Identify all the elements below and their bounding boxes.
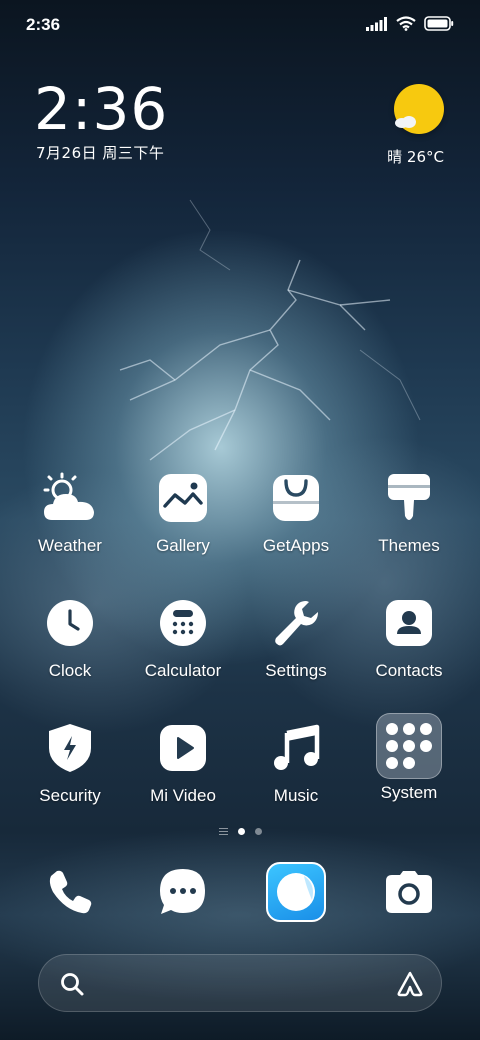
messages-icon <box>160 869 205 914</box>
widget-time: 2:36 <box>34 75 169 143</box>
weather-icon <box>40 468 100 528</box>
app-label: Calculator <box>144 661 222 680</box>
getapps-icon <box>266 468 326 528</box>
calculator-icon <box>153 593 213 653</box>
cloud-icon <box>395 116 416 128</box>
signal-icon <box>366 16 387 31</box>
app-gallery[interactable]: Gallery <box>128 468 238 556</box>
app-themes[interactable]: Themes <box>354 468 464 556</box>
contacts-icon <box>379 593 439 653</box>
weather-text: 晴 26°C <box>387 148 444 166</box>
assistant-icon[interactable] <box>395 970 425 998</box>
page-dot-active <box>237 828 245 835</box>
weather-widget[interactable]: 晴 26°C <box>364 84 444 174</box>
app-label: Gallery <box>156 536 210 555</box>
clock-widget[interactable]: 2:36 7月26日 周三下午 <box>34 78 234 168</box>
folder-app-icon <box>419 739 432 752</box>
app-drawer-indicator-icon <box>218 828 228 835</box>
app-label: Settings <box>265 661 327 680</box>
video-icon <box>153 718 213 778</box>
app-calculator[interactable]: Calculator <box>128 593 238 681</box>
camera-icon <box>386 871 432 913</box>
status-icons <box>366 16 454 31</box>
app-label: Themes <box>378 536 440 555</box>
dock-browser[interactable] <box>266 862 326 922</box>
folder-icon <box>376 713 442 779</box>
status-bar: 2:36 <box>0 0 480 50</box>
folder-app-icon <box>386 723 399 736</box>
widget-date: 7月26日 周三下午 <box>36 144 165 162</box>
security-icon <box>40 718 100 778</box>
gallery-icon <box>153 468 213 528</box>
app-system-folder[interactable]: System <box>354 713 464 803</box>
app-mi-video[interactable]: Mi Video <box>128 718 238 806</box>
app-label: Contacts <box>375 661 443 680</box>
wifi-icon <box>396 16 416 31</box>
app-music[interactable]: Music <box>241 718 351 806</box>
app-settings[interactable]: Settings <box>241 593 351 681</box>
folder-app-icon <box>419 723 432 736</box>
app-label: Weather <box>38 536 102 555</box>
dock-messages[interactable] <box>153 862 213 922</box>
clock-icon <box>40 593 100 653</box>
search-icon <box>61 973 84 996</box>
dock-camera[interactable] <box>379 862 439 922</box>
app-weather[interactable]: Weather <box>15 468 125 556</box>
page-dot <box>254 828 262 835</box>
music-icon <box>266 718 326 778</box>
status-time: 2:36 <box>26 15 61 34</box>
app-label: Security <box>39 786 101 805</box>
folder-app-icon <box>386 756 399 769</box>
themes-icon <box>379 468 439 528</box>
settings-icon <box>266 593 326 653</box>
app-getapps[interactable]: GetApps <box>241 468 351 556</box>
app-label: Mi Video <box>150 786 216 805</box>
folder-app-icon <box>386 739 399 752</box>
dock-phone[interactable] <box>40 862 100 922</box>
battery-icon <box>424 16 454 31</box>
app-security[interactable]: Security <box>15 718 125 806</box>
folder-app-icon <box>402 756 415 769</box>
app-contacts[interactable]: Contacts <box>354 593 464 681</box>
page-indicator[interactable] <box>0 828 480 835</box>
app-label: System <box>380 783 438 802</box>
app-label: GetApps <box>262 536 330 555</box>
app-label: Music <box>273 786 319 805</box>
app-label: Clock <box>48 661 92 680</box>
folder-app-icon <box>402 739 415 752</box>
phone-icon <box>49 870 92 914</box>
search-bar[interactable] <box>38 954 442 1012</box>
browser-icon <box>266 862 326 922</box>
search-input[interactable] <box>99 967 379 1001</box>
folder-app-icon <box>402 723 415 736</box>
app-clock[interactable]: Clock <box>15 593 125 681</box>
